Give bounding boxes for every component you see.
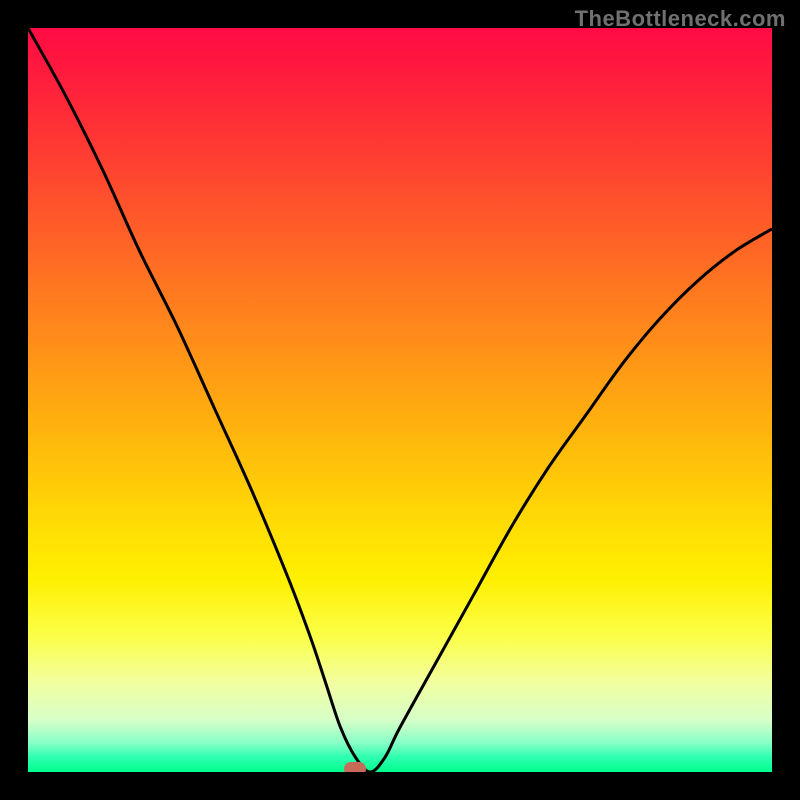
curve-path	[28, 28, 772, 772]
plot-area	[28, 28, 772, 772]
optimal-marker	[344, 762, 366, 772]
chart-frame: TheBottleneck.com	[0, 0, 800, 800]
watermark-text: TheBottleneck.com	[575, 6, 786, 32]
bottleneck-curve	[28, 28, 772, 772]
